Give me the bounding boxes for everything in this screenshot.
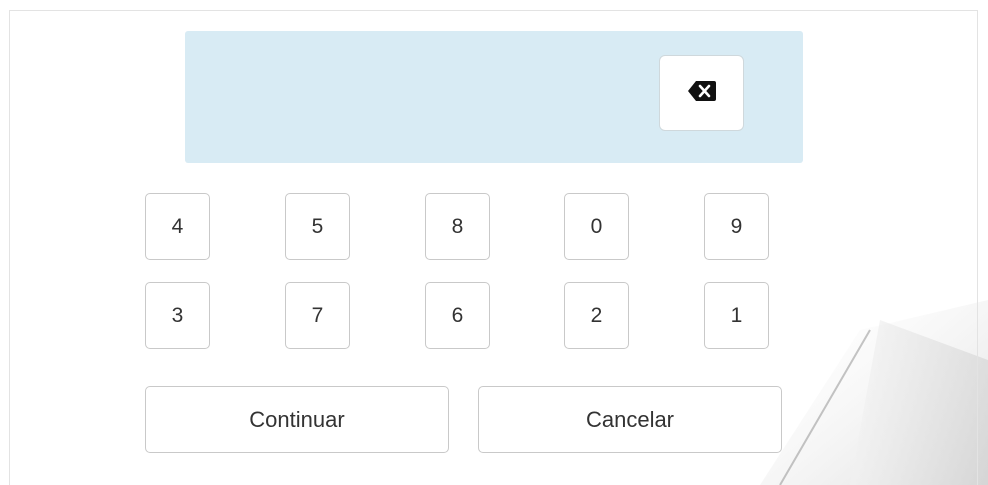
pin-entry-screen: 4 5 8 0 9 3 7 6 2 1 Continuar Cancelar (0, 0, 988, 485)
key-button[interactable]: 1 (704, 282, 769, 349)
continue-button[interactable]: Continuar (145, 386, 449, 453)
key-button[interactable]: 2 (564, 282, 629, 349)
key-button[interactable]: 4 (145, 193, 210, 260)
key-button[interactable]: 7 (285, 282, 350, 349)
key-button[interactable]: 6 (425, 282, 490, 349)
key-button[interactable]: 9 (704, 193, 769, 260)
key-button[interactable]: 0 (564, 193, 629, 260)
key-button[interactable]: 3 (145, 282, 210, 349)
backspace-icon (687, 80, 717, 107)
key-button[interactable]: 8 (425, 193, 490, 260)
backspace-button[interactable] (659, 55, 744, 131)
cancel-button[interactable]: Cancelar (478, 386, 782, 453)
key-button[interactable]: 5 (285, 193, 350, 260)
